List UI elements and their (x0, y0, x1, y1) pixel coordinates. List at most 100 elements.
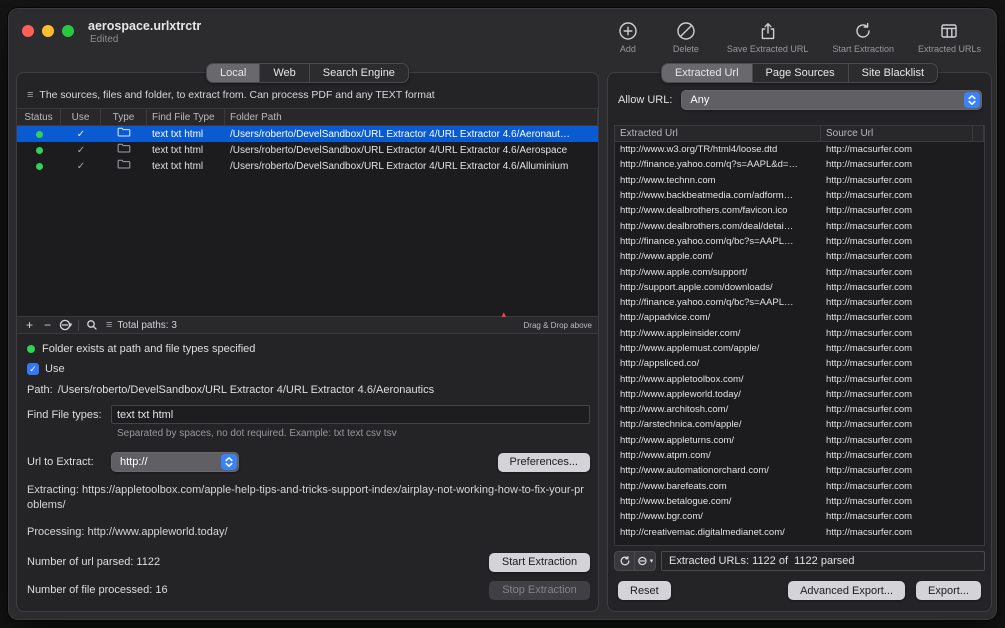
extracted-status-row: ▾ Extracted URLs: 1122 of 1122 parsed (614, 551, 985, 571)
add-path-button[interactable]: + (21, 318, 38, 333)
column-header-blank (973, 126, 984, 141)
use-row: ✓ Use (27, 363, 590, 375)
table-row[interactable]: http://appadvice.com/ http://macsurfer.c… (615, 310, 984, 325)
table-row[interactable]: http://www.applemust.com/apple/ http://m… (615, 341, 984, 356)
table-row[interactable]: http://www.backbeatmedia.com/adform… htt… (615, 188, 984, 203)
remove-path-button[interactable]: − (39, 318, 56, 333)
row-source-url: http://macsurfer.com (826, 266, 913, 278)
stop-extraction-button[interactable]: Stop Extraction (489, 580, 590, 600)
table-row[interactable]: http://finance.yahoo.com/q?s=AAPL&d=… ht… (615, 157, 984, 172)
table-row[interactable]: http://www.bgr.com/ http://macsurfer.com (615, 509, 984, 524)
extracted-table-body[interactable]: http://www.w3.org/TR/html4/loose.dtd htt… (615, 142, 984, 545)
advanced-export-button[interactable]: Advanced Export... (788, 581, 906, 600)
tab-extracted-url[interactable]: Extracted Url (661, 64, 753, 82)
zoom-button[interactable] (62, 25, 74, 37)
table-row[interactable]: http://www.appleturns.com/ http://macsur… (615, 433, 984, 448)
url-scheme-dropdown[interactable]: http:// (111, 452, 239, 472)
table-row[interactable]: http://www.betalogue.com/ http://macsurf… (615, 494, 984, 509)
row-use-cell: ✓ (61, 142, 101, 158)
table-row[interactable]: ✓ text txt html /Users/roberto/DevelSand… (17, 158, 598, 174)
folder-icon (117, 127, 131, 141)
table-row[interactable]: http://arstechnica.com/apple/ http://mac… (615, 417, 984, 432)
tab-site-blacklist[interactable]: Site Blacklist (849, 64, 937, 82)
table-row[interactable]: http://www.automationorchard.com/ http:/… (615, 463, 984, 478)
column-header-extracted-url[interactable]: Extracted Url (615, 126, 821, 141)
table-row[interactable]: http://www.technn.com http://macsurfer.c… (615, 173, 984, 188)
column-header-status[interactable]: Status (17, 109, 61, 125)
row-source-url: http://macsurfer.com (826, 480, 913, 492)
find-file-types-hint: Separated by spaces, no dot required. Ex… (117, 428, 397, 439)
start-extraction-toolbar-button[interactable]: Start Extraction (832, 21, 894, 54)
table-row[interactable]: http://www.w3.org/TR/html4/loose.dtd htt… (615, 142, 984, 157)
table-row[interactable]: http://appsliced.co/ http://macsurfer.co… (615, 356, 984, 371)
export-button[interactable]: Export... (916, 581, 981, 600)
table-row[interactable]: http://www.appletoolbox.com/ http://macs… (615, 371, 984, 386)
column-header-source-url[interactable]: Source Url (821, 126, 973, 141)
start-extraction-button[interactable]: Start Extraction (489, 552, 590, 572)
path-value: /Users/roberto/DevelSandbox/URL Extracto… (57, 384, 435, 396)
source-detail-form: Folder exists at path and file types spe… (17, 334, 598, 611)
table-row[interactable]: http://www.architosh.com/ http://macsurf… (615, 402, 984, 417)
row-source-url: http://macsurfer.com (826, 511, 913, 523)
row-source-url: http://macsurfer.com (826, 434, 913, 446)
table-row[interactable]: http://www.appleworld.today/ http://macs… (615, 387, 984, 402)
find-file-types-input[interactable] (111, 405, 590, 424)
row-source-url: http://macsurfer.com (826, 343, 913, 354)
add-button[interactable]: Add (611, 21, 645, 54)
row-blank-cell (973, 264, 984, 279)
row-type-cell (101, 126, 147, 142)
table-row[interactable]: http://www.apple.com/support/ http://mac… (615, 264, 984, 279)
table-row[interactable]: http://www.apple.com/ http://macsurfer.c… (615, 249, 984, 264)
row-blank-cell (973, 295, 984, 310)
table-row[interactable]: ✓ text txt html /Users/roberto/DevelSand… (17, 142, 598, 158)
find-file-types-row: Find File types: (27, 405, 590, 424)
extracted-tabs: Extracted Url Page Sources Site Blacklis… (608, 63, 991, 83)
table-row[interactable]: http://creativemac.digitalmedianet.com/ … (615, 524, 984, 539)
preferences-button[interactable]: Preferences... (497, 452, 590, 472)
refresh-list-button[interactable] (615, 552, 635, 570)
save-extracted-url-button[interactable]: Save Extracted URL (727, 21, 808, 54)
row-blank-cell (973, 524, 984, 539)
allow-url-dropdown[interactable]: Any (681, 90, 982, 110)
table-row[interactable]: http://support.apple.com/downloads/ http… (615, 280, 984, 295)
table-row[interactable]: http://finance.yahoo.com/q/bc?s=AAPL… ht… (615, 295, 984, 310)
close-button[interactable] (22, 25, 34, 37)
table-row[interactable]: http://finance.yahoo.com/q/bc?s=AAPL… ht… (615, 234, 984, 249)
column-header-find-file-type[interactable]: Find File Type (147, 109, 225, 125)
path-row: Path: /Users/roberto/DevelSandbox/URL Ex… (27, 384, 590, 396)
row-blank-cell (973, 280, 984, 295)
row-blank-cell (973, 371, 984, 386)
allow-url-label: Allow URL: (618, 94, 673, 106)
tab-local[interactable]: Local (207, 64, 261, 82)
refresh-icon (853, 21, 873, 41)
action-menu-icon[interactable]: ≡ (106, 320, 112, 331)
row-source-url: http://macsurfer.com (826, 312, 913, 324)
column-header-folder-path[interactable]: Folder Path (225, 109, 598, 125)
extracted-urls-button[interactable]: Extracted URLs (918, 21, 981, 54)
row-extracted-url: http://www.betalogue.com/ (620, 495, 732, 507)
tab-web[interactable]: Web (260, 64, 310, 82)
remove-url-button[interactable]: ▾ (635, 552, 655, 570)
row-extracted-url: http://www.architosh.com/ (620, 404, 729, 416)
remove-all-button[interactable]: ▾ (57, 318, 74, 333)
tab-search-engine[interactable]: Search Engine (310, 64, 408, 82)
use-checkbox[interactable]: ✓ (27, 363, 39, 375)
delete-button[interactable]: Delete (669, 21, 703, 54)
table-row[interactable]: http://www.atpm.com/ http://macsurfer.co… (615, 448, 984, 463)
table-row[interactable]: http://www.barefeats.com http://macsurfe… (615, 479, 984, 494)
extracting-status: Extracting: https://appletoolbox.com/app… (27, 484, 584, 511)
sources-table-body[interactable]: ✓ text txt html /Users/roberto/DevelSand… (17, 126, 598, 316)
table-row[interactable]: ✓ text txt html /Users/roberto/DevelSand… (17, 126, 598, 142)
column-header-type[interactable]: Type (101, 109, 147, 125)
column-header-use[interactable]: Use (61, 109, 101, 125)
search-button[interactable] (83, 318, 100, 333)
window-subtitle: Edited (90, 34, 119, 45)
minimize-button[interactable] (42, 25, 54, 37)
table-row[interactable]: http://www.appleinsider.com/ http://macs… (615, 326, 984, 341)
row-blank-cell (973, 249, 984, 264)
tab-page-sources[interactable]: Page Sources (753, 64, 849, 82)
table-row[interactable]: http://www.dealbrothers.com/favicon.ico … (615, 203, 984, 218)
reset-button[interactable]: Reset (618, 581, 671, 600)
table-row[interactable]: http://www.dealbrothers.com/deal/detai… … (615, 218, 984, 233)
